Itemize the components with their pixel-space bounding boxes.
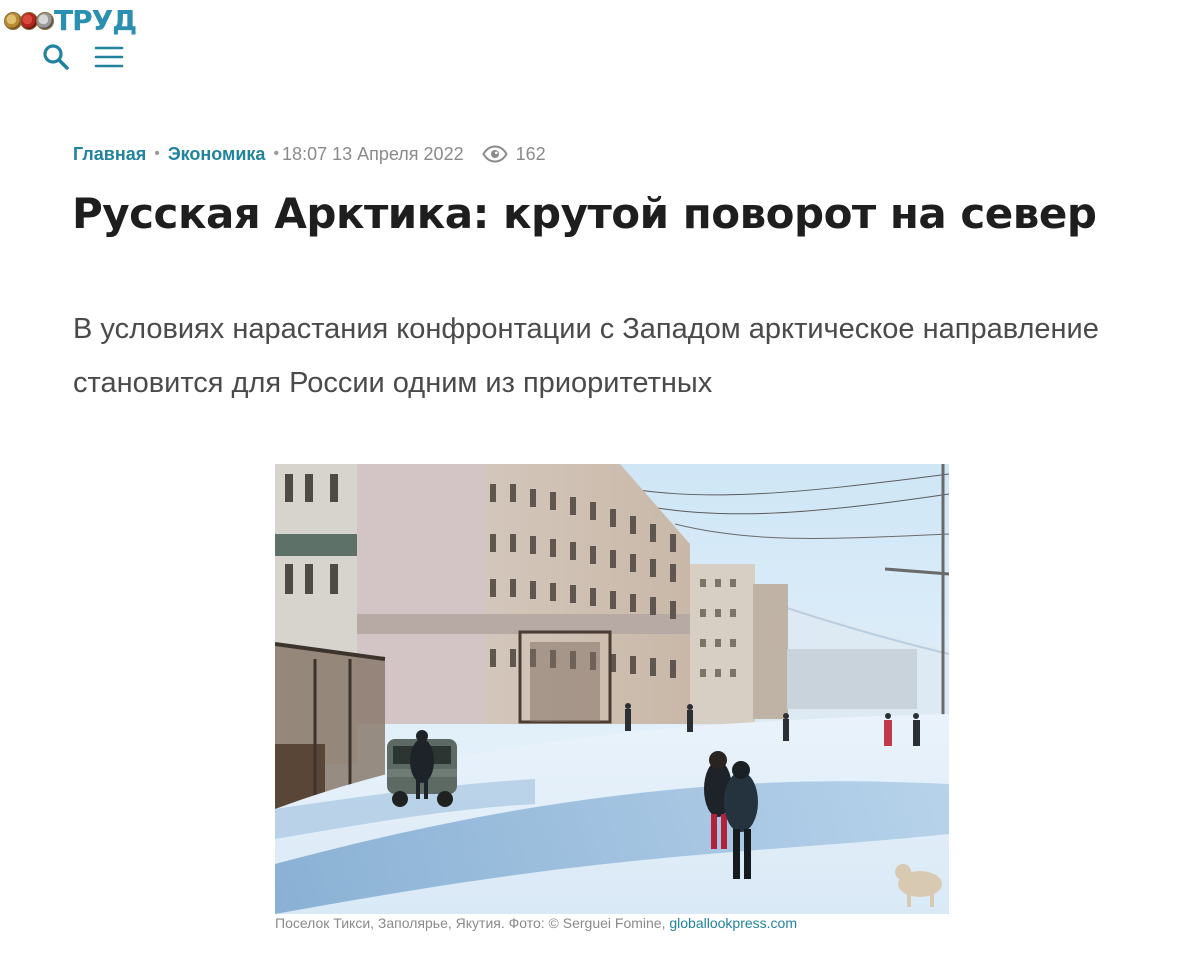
eye-icon (481, 145, 508, 163)
article-title: Русская Арктика: крутой поворот на север (72, 189, 1097, 238)
arctic-town-illustration (275, 464, 949, 914)
search-icon[interactable] (42, 43, 70, 71)
separator-dot: • (273, 145, 280, 162)
breadcrumb-home-link[interactable]: Главная (73, 144, 146, 165)
photo-caption: Поселок Тикси, Заполярье, Якутия. Фото: … (275, 915, 797, 931)
article-lead: В условиях нарастания конфронтации с Зап… (73, 313, 1099, 399)
view-count: 162 (515, 143, 546, 164)
order-medals-emblem (4, 12, 54, 30)
caption-text: Поселок Тикси, Заполярье, Якутия. Фото: … (275, 915, 670, 931)
publish-datetime: 18:07 13 Апреля 2022 (282, 143, 464, 164)
article-photo[interactable] (275, 464, 949, 914)
logo-text: ТРУД (54, 4, 137, 37)
caption-credit-link[interactable]: globallookpress.com (669, 915, 797, 931)
menu-icon[interactable] (94, 44, 124, 70)
site-logo[interactable]: ТРУД (4, 4, 137, 37)
medal-icon (36, 12, 54, 30)
breadcrumb-section-link[interactable]: Экономика (168, 144, 266, 165)
breadcrumb: Главная • Экономика • 18:07 13 Апреля 20… (73, 142, 546, 166)
separator-dot: • (154, 145, 160, 162)
